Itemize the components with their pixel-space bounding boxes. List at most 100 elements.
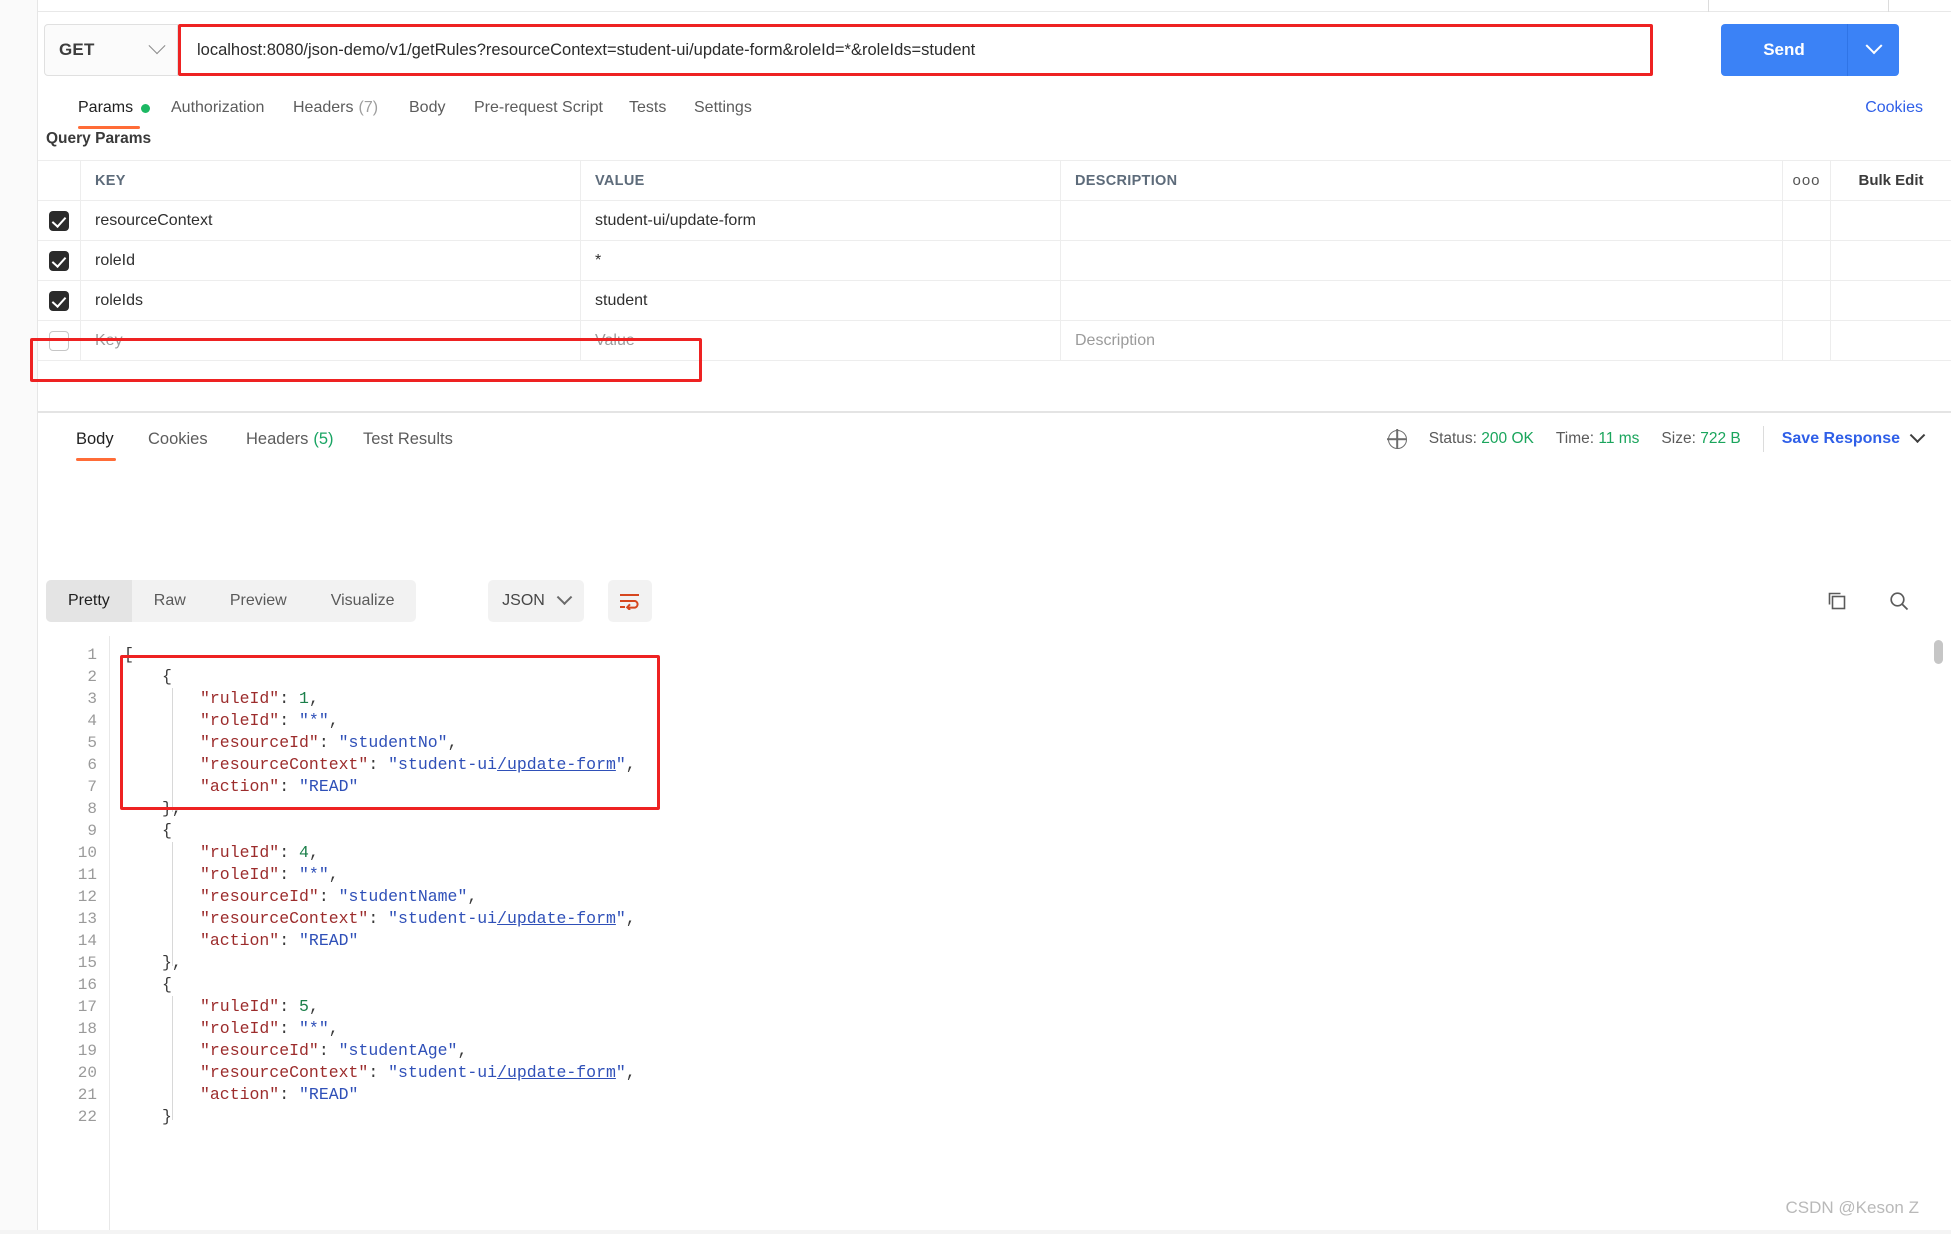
word-wrap-button[interactable]	[608, 580, 652, 622]
checkbox-checked-icon[interactable]	[49, 210, 69, 231]
row-tail	[1831, 281, 1951, 320]
view-mode-raw[interactable]: Raw	[132, 580, 208, 622]
code-token: "action"	[200, 1085, 280, 1104]
line-number: 13	[77, 910, 97, 928]
row-checkbox-cell[interactable]	[38, 241, 81, 280]
view-mode-pretty[interactable]: Pretty	[46, 580, 132, 622]
url-input[interactable]: localhost:8080/json-demo/v1/getRules?res…	[178, 24, 1653, 76]
response-format-label: JSON	[502, 592, 545, 609]
vertical-scrollbar[interactable]	[1934, 640, 1943, 664]
response-format-dropdown[interactable]: JSON	[488, 580, 584, 622]
postman-window: GET localhost:8080/json-demo/v1/getRules…	[0, 0, 1951, 1234]
table-row-empty[interactable]: Key Value Description	[38, 321, 1951, 361]
request-tabs: Params Authorization Headers (7) Body Pr…	[38, 88, 1951, 129]
code-token: "roleId"	[200, 711, 280, 730]
table-row[interactable]: resourceContext student-ui/update-form	[38, 201, 1951, 241]
view-mode-label: Visualize	[330, 592, 395, 609]
code-token: :	[318, 1041, 339, 1060]
code-line: "roleId": "*",	[124, 710, 339, 732]
response-tab-test-results[interactable]: Test Results	[363, 418, 453, 460]
tab-body[interactable]: Body	[409, 88, 445, 128]
param-description-placeholder[interactable]: Description	[1075, 332, 1155, 350]
code-line: "ruleId": 1,	[124, 688, 319, 710]
code-token: ,	[447, 733, 458, 752]
cookies-link[interactable]: Cookies	[1865, 88, 1923, 128]
code-token: {	[162, 821, 172, 840]
row-options[interactable]	[1783, 321, 1831, 360]
tab-params[interactable]: Params	[78, 88, 151, 128]
row-checkbox-cell[interactable]	[38, 281, 81, 320]
code-token: :	[368, 1063, 389, 1082]
code-token: :	[279, 777, 300, 796]
status-label: Status:	[1428, 430, 1477, 447]
send-options-button[interactable]	[1847, 24, 1899, 76]
code-token: "action"	[200, 777, 280, 796]
code-token: "READ"	[299, 931, 359, 950]
left-rail	[0, 0, 38, 1234]
tab-label: Body	[76, 429, 114, 448]
tab-authorization[interactable]: Authorization	[171, 88, 264, 128]
param-key[interactable]: roleId	[95, 252, 135, 270]
line-number: 5	[87, 734, 97, 752]
code-token: "roleId"	[200, 865, 280, 884]
code-token: 5	[299, 997, 309, 1016]
send-button[interactable]: Send	[1721, 24, 1847, 76]
response-tab-body[interactable]: Body	[76, 418, 114, 460]
view-mode-visualize[interactable]: Visualize	[309, 580, 417, 622]
code-token: "student-ui	[388, 755, 498, 774]
status-meta: Status: 200 OK	[1429, 430, 1534, 448]
table-row[interactable]: roleId *	[38, 241, 1951, 281]
response-body-editor[interactable]: 1 2 3 4 5 6 7 8 9 10 11 12 13 14 15 16 17 18 19 20 21 22 [{"r…	[38, 636, 1951, 1234]
view-mode-label: Pretty	[68, 592, 110, 609]
response-tab-headers[interactable]: Headers (5)	[246, 418, 334, 460]
param-value-placeholder[interactable]: Value	[595, 332, 635, 350]
row-checkbox-cell[interactable]	[38, 201, 81, 240]
chevron-down-icon[interactable]	[1909, 426, 1926, 443]
url-text: localhost:8080/json-demo/v1/getRules?res…	[197, 40, 976, 59]
tab-badge: (7)	[358, 99, 379, 116]
tab-label: Authorization	[171, 99, 265, 116]
top-strip	[38, 0, 1951, 12]
table-options-button[interactable]: ooo	[1783, 161, 1831, 200]
param-key[interactable]: roleIds	[95, 292, 143, 310]
code-token: :	[279, 689, 300, 708]
param-value[interactable]: student	[595, 292, 647, 310]
copy-button[interactable]	[1818, 582, 1856, 620]
row-checkbox-cell[interactable]	[38, 321, 81, 360]
search-button[interactable]	[1880, 582, 1918, 620]
checkbox-checked-icon[interactable]	[49, 250, 69, 271]
code-token: ,	[308, 843, 319, 862]
view-mode-preview[interactable]: Preview	[208, 580, 309, 622]
param-value[interactable]: student-ui/update-form	[595, 212, 756, 230]
tab-tests[interactable]: Tests	[629, 88, 666, 128]
time-value: 11 ms	[1598, 430, 1640, 447]
code-token: ,	[625, 755, 636, 774]
code-line: "resourceId": "studentAge",	[124, 1040, 467, 1062]
code-token: [	[124, 645, 134, 664]
line-number: 21	[77, 1086, 97, 1104]
tab-pre-request-script[interactable]: Pre-request Script	[474, 88, 603, 128]
param-key-placeholder[interactable]: Key	[95, 332, 123, 350]
tab-label: Test Results	[363, 429, 453, 448]
checkbox-unchecked-icon[interactable]	[49, 330, 69, 351]
code-line: },	[124, 798, 182, 820]
http-method-dropdown[interactable]: GET	[44, 24, 178, 76]
row-options[interactable]	[1783, 241, 1831, 280]
response-view-mode-group: Pretty Raw Preview Visualize	[46, 580, 417, 622]
checkbox-checked-icon[interactable]	[49, 290, 69, 311]
tab-headers[interactable]: Headers (7)	[293, 88, 378, 128]
row-options[interactable]	[1783, 281, 1831, 320]
save-response-button[interactable]: Save Response	[1782, 430, 1900, 448]
line-number: 17	[77, 998, 97, 1016]
response-tab-cookies[interactable]: Cookies	[148, 418, 208, 460]
column-header-key: KEY	[95, 172, 126, 189]
chevron-down-icon	[148, 37, 166, 55]
copy-icon	[1828, 592, 1846, 610]
code-fold-rail	[172, 688, 173, 812]
bulk-edit-button[interactable]: Bulk Edit	[1831, 161, 1951, 200]
tab-settings[interactable]: Settings	[694, 88, 752, 128]
row-options[interactable]	[1783, 201, 1831, 240]
table-row[interactable]: roleIds student	[38, 281, 1951, 321]
param-value[interactable]: *	[595, 252, 601, 270]
param-key[interactable]: resourceContext	[95, 212, 212, 230]
